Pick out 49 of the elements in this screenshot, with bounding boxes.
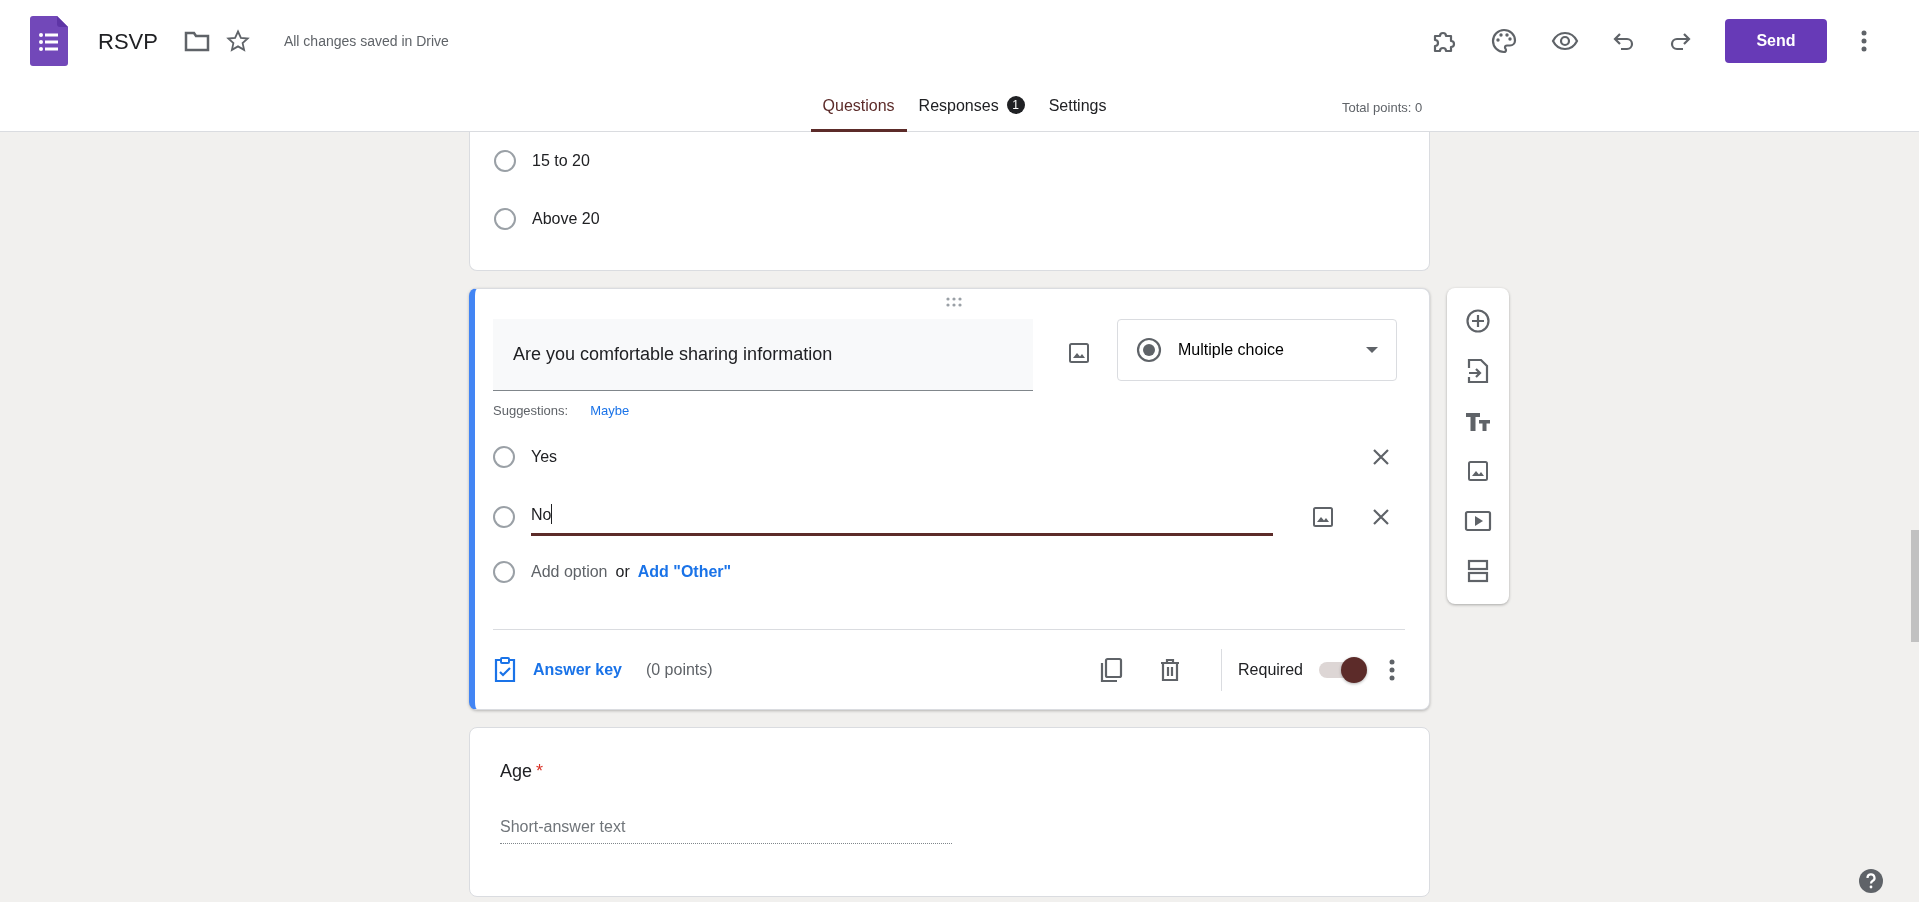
option-field[interactable]: No	[531, 497, 1273, 536]
suggestions-label: Suggestions:	[493, 402, 569, 420]
send-button[interactable]: Send	[1725, 19, 1827, 63]
folder-icon[interactable]	[183, 30, 210, 52]
palette-icon[interactable]	[1491, 28, 1517, 54]
required-asterisk: *	[536, 761, 544, 781]
add-option-link[interactable]: Add option	[531, 559, 608, 584]
question-type-dropdown[interactable]: Multiple choice	[1117, 319, 1397, 381]
more-options-icon[interactable]	[1861, 30, 1867, 52]
close-icon[interactable]	[1371, 446, 1391, 467]
redo-icon[interactable]	[1669, 31, 1691, 51]
option-label: Above 20	[532, 209, 600, 229]
short-answer-field[interactable]: Short-answer text	[500, 811, 952, 844]
required-label: Required	[1238, 660, 1303, 680]
save-status: All changes saved in Drive	[283, 31, 449, 51]
or-label: or	[615, 561, 630, 582]
form-title[interactable]: RSVP	[98, 24, 158, 58]
scrollbar-thumb[interactable]	[1911, 530, 1919, 642]
radio-icon	[1136, 337, 1162, 363]
answer-key-link[interactable]: Answer key	[533, 658, 622, 682]
image-icon[interactable]	[1311, 504, 1335, 529]
tab[interactable]: Settings	[1036, 82, 1119, 132]
total-points: Total points: 0	[1342, 99, 1423, 117]
option-label: 15 to 20	[532, 151, 590, 171]
question-title: Age	[500, 761, 533, 781]
star-icon[interactable]	[225, 29, 250, 53]
undo-icon[interactable]	[1613, 31, 1635, 51]
radio-button[interactable]	[494, 150, 516, 172]
points-label: (0 points)	[645, 660, 713, 680]
add-other-link[interactable]: Add "Other"	[637, 559, 732, 584]
image-icon[interactable]	[1067, 341, 1091, 365]
question-title-field[interactable]: Are you comfortable sharing information	[493, 319, 1033, 391]
close-icon[interactable]	[1371, 506, 1391, 527]
suggestion-link[interactable]: Maybe	[590, 401, 630, 421]
help-icon[interactable]	[1858, 868, 1884, 894]
radio-button[interactable]	[494, 208, 516, 230]
forms-logo-icon[interactable]	[30, 16, 68, 66]
drag-handle-icon[interactable]	[945, 297, 963, 307]
required-toggle[interactable]	[1319, 657, 1367, 683]
count-badge: 1	[1006, 95, 1025, 114]
option-field[interactable]: Yes	[531, 438, 558, 475]
radio-icon	[493, 560, 515, 583]
eye-icon[interactable]	[1551, 31, 1579, 51]
copy-icon[interactable]	[1099, 657, 1124, 683]
caret-icon	[1366, 347, 1378, 353]
trash-icon[interactable]	[1159, 658, 1182, 682]
clipboard-check-icon[interactable]	[493, 657, 517, 683]
more-options-icon[interactable]	[1389, 659, 1395, 681]
tab[interactable]: Responses 1	[906, 82, 1037, 132]
